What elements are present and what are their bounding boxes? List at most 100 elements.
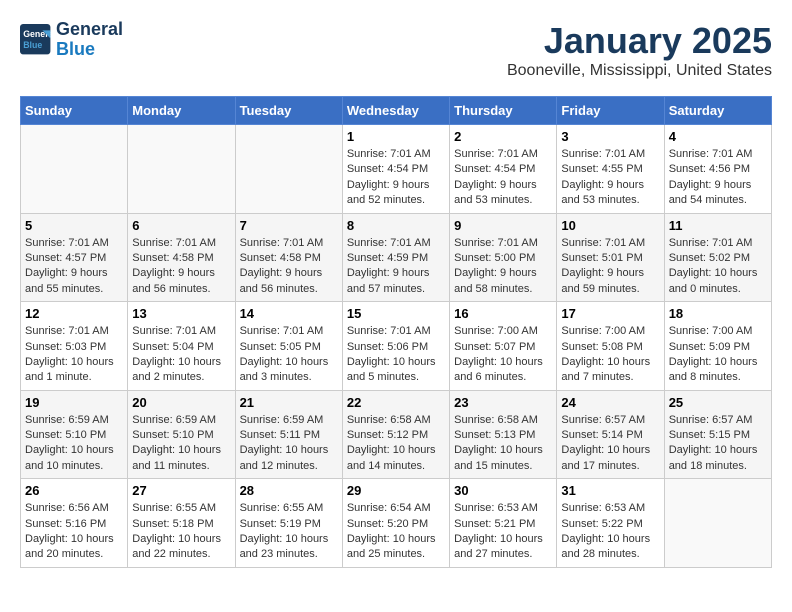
day-number: 11 (669, 218, 767, 233)
day-number: 16 (454, 306, 552, 321)
calendar-week-1: 1 Sunrise: 7:01 AMSunset: 4:54 PMDaylight… (21, 125, 772, 214)
cell-content: Sunrise: 7:00 AMSunset: 5:07 PMDaylight:… (454, 324, 552, 386)
day-number: 6 (132, 218, 230, 233)
day-number: 8 (347, 218, 445, 233)
day-number: 12 (25, 306, 123, 321)
day-number: 31 (561, 483, 659, 498)
day-number: 5 (25, 218, 123, 233)
day-number: 20 (132, 395, 230, 410)
cell-content: Sunrise: 7:01 AMSunset: 4:54 PMDaylight:… (347, 147, 445, 209)
logo-text: General Blue (56, 20, 123, 60)
day-number: 3 (561, 129, 659, 144)
calendar-cell: 12 Sunrise: 7:01 AMSunset: 5:03 PMDayligh… (21, 302, 128, 391)
calendar-cell: 24 Sunrise: 6:57 AMSunset: 5:14 PMDayligh… (557, 390, 664, 479)
calendar-cell: 23 Sunrise: 6:58 AMSunset: 5:13 PMDayligh… (450, 390, 557, 479)
calendar-cell: 8 Sunrise: 7:01 AMSunset: 4:59 PMDaylight… (342, 213, 449, 302)
calendar-cell: 20Sunrise: 6:59 AMSunset: 5:10 PMDayligh… (128, 390, 235, 479)
day-number: 18 (669, 306, 767, 321)
day-number: 19 (25, 395, 123, 410)
calendar-cell: 31 Sunrise: 6:53 AMSunset: 5:22 PMDayligh… (557, 479, 664, 568)
calendar-cell: 28Sunrise: 6:55 AMSunset: 5:19 PMDayligh… (235, 479, 342, 568)
cell-content: Sunrise: 6:56 AMSunset: 5:16 PMDaylight:… (25, 501, 123, 563)
calendar-cell: 4 Sunrise: 7:01 AMSunset: 4:56 PMDaylight… (664, 125, 771, 214)
day-number: 4 (669, 129, 767, 144)
calendar-cell: 6 Sunrise: 7:01 AMSunset: 4:58 PMDaylight… (128, 213, 235, 302)
day-number: 24 (561, 395, 659, 410)
cell-content: Sunrise: 6:55 AMSunset: 5:19 PMDaylight:… (240, 501, 338, 563)
calendar-cell: 16 Sunrise: 7:00 AMSunset: 5:07 PMDayligh… (450, 302, 557, 391)
weekday-header-saturday: Saturday (664, 97, 771, 125)
cell-content: Sunrise: 6:53 AMSunset: 5:22 PMDaylight:… (561, 501, 659, 563)
calendar-cell: 19 Sunrise: 6:59 AMSunset: 5:10 PMDayligh… (21, 390, 128, 479)
cell-content: Sunrise: 6:57 AMSunset: 5:15 PMDaylight:… (669, 413, 767, 475)
cell-content: Sunrise: 7:01 AMSunset: 4:56 PMDaylight:… (669, 147, 767, 209)
calendar-cell: 10 Sunrise: 7:01 AMSunset: 5:01 PMDayligh… (557, 213, 664, 302)
calendar-table: SundayMondayTuesdayWednesdayThursdayFrid… (20, 96, 772, 568)
day-number: 15 (347, 306, 445, 321)
calendar-cell: 13 Sunrise: 7:01 AMSunset: 5:04 PMDayligh… (128, 302, 235, 391)
logo-blue: Blue (56, 39, 95, 59)
cell-content: Sunrise: 7:01 AMSunset: 4:58 PMDaylight:… (240, 236, 338, 298)
cell-content: Sunrise: 7:00 AMSunset: 5:08 PMDaylight:… (561, 324, 659, 386)
weekday-header-sunday: Sunday (21, 97, 128, 125)
weekday-header-wednesday: Wednesday (342, 97, 449, 125)
cell-content: Sunrise: 7:01 AMSunset: 4:58 PMDaylight:… (132, 236, 230, 298)
day-number: 22 (347, 395, 445, 410)
calendar-cell: 21Sunrise: 6:59 AMSunset: 5:11 PMDayligh… (235, 390, 342, 479)
cell-content: Sunrise: 7:01 AMSunset: 4:59 PMDaylight:… (347, 236, 445, 298)
day-number: 21 (240, 395, 338, 410)
logo-icon: General Blue (20, 24, 52, 56)
cell-content: Sunrise: 7:01 AMSunset: 5:00 PMDaylight:… (454, 236, 552, 298)
day-number: 30 (454, 483, 552, 498)
cell-content: Sunrise: 6:59 AMSunset: 5:10 PMDaylight:… (25, 413, 123, 475)
calendar-cell: 3 Sunrise: 7:01 AMSunset: 4:55 PMDaylight… (557, 125, 664, 214)
calendar-cell: 7Sunrise: 7:01 AMSunset: 4:58 PMDaylight… (235, 213, 342, 302)
calendar-cell: 11Sunrise: 7:01 AMSunset: 5:02 PMDayligh… (664, 213, 771, 302)
day-number: 14 (240, 306, 338, 321)
calendar-week-2: 5Sunrise: 7:01 AMSunset: 4:57 PMDaylight… (21, 213, 772, 302)
cell-content: Sunrise: 6:53 AMSunset: 5:21 PMDaylight:… (454, 501, 552, 563)
logo: General Blue General Blue (20, 20, 123, 60)
day-number: 13 (132, 306, 230, 321)
day-number: 10 (561, 218, 659, 233)
day-number: 9 (454, 218, 552, 233)
calendar-cell: 5Sunrise: 7:01 AMSunset: 4:57 PMDaylight… (21, 213, 128, 302)
day-number: 27 (132, 483, 230, 498)
calendar-cell (664, 479, 771, 568)
weekday-header-monday: Monday (128, 97, 235, 125)
cell-content: Sunrise: 7:01 AMSunset: 5:05 PMDaylight:… (240, 324, 338, 386)
calendar-cell: 1 Sunrise: 7:01 AMSunset: 4:54 PMDaylight… (342, 125, 449, 214)
calendar-cell: 17Sunrise: 7:00 AMSunset: 5:08 PMDayligh… (557, 302, 664, 391)
location: Booneville, Mississippi, United States (507, 62, 772, 80)
calendar-cell: 30 Sunrise: 6:53 AMSunset: 5:21 PMDayligh… (450, 479, 557, 568)
cell-content: Sunrise: 6:57 AMSunset: 5:14 PMDaylight:… (561, 413, 659, 475)
cell-content: Sunrise: 7:01 AMSunset: 4:55 PMDaylight:… (561, 147, 659, 209)
calendar-cell: 22 Sunrise: 6:58 AMSunset: 5:12 PMDayligh… (342, 390, 449, 479)
cell-content: Sunrise: 7:01 AMSunset: 5:01 PMDaylight:… (561, 236, 659, 298)
calendar-cell: 15Sunrise: 7:01 AMSunset: 5:06 PMDayligh… (342, 302, 449, 391)
month-title: January 2025 (507, 20, 772, 62)
day-number: 25 (669, 395, 767, 410)
calendar-week-5: 26 Sunrise: 6:56 AMSunset: 5:16 PMDayligh… (21, 479, 772, 568)
day-number: 1 (347, 129, 445, 144)
logo-general: General (56, 19, 123, 39)
cell-content: Sunrise: 7:01 AMSunset: 4:54 PMDaylight:… (454, 147, 552, 209)
day-number: 29 (347, 483, 445, 498)
calendar-cell: 29Sunrise: 6:54 AMSunset: 5:20 PMDayligh… (342, 479, 449, 568)
calendar-cell: 27Sunrise: 6:55 AMSunset: 5:18 PMDayligh… (128, 479, 235, 568)
day-number: 23 (454, 395, 552, 410)
day-number: 26 (25, 483, 123, 498)
cell-content: Sunrise: 7:01 AMSunset: 5:04 PMDaylight:… (132, 324, 230, 386)
calendar-cell: 2Sunrise: 7:01 AMSunset: 4:54 PMDaylight… (450, 125, 557, 214)
weekday-header-thursday: Thursday (450, 97, 557, 125)
cell-content: Sunrise: 6:58 AMSunset: 5:13 PMDaylight:… (454, 413, 552, 475)
calendar-cell (235, 125, 342, 214)
cell-content: Sunrise: 7:01 AMSunset: 5:03 PMDaylight:… (25, 324, 123, 386)
calendar-week-4: 19 Sunrise: 6:59 AMSunset: 5:10 PMDayligh… (21, 390, 772, 479)
calendar-week-3: 12 Sunrise: 7:01 AMSunset: 5:03 PMDayligh… (21, 302, 772, 391)
svg-text:Blue: Blue (23, 40, 42, 50)
calendar-cell: 9 Sunrise: 7:01 AMSunset: 5:00 PMDaylight… (450, 213, 557, 302)
header-row: SundayMondayTuesdayWednesdayThursdayFrid… (21, 97, 772, 125)
calendar-cell: 18Sunrise: 7:00 AMSunset: 5:09 PMDayligh… (664, 302, 771, 391)
cell-content: Sunrise: 6:58 AMSunset: 5:12 PMDaylight:… (347, 413, 445, 475)
